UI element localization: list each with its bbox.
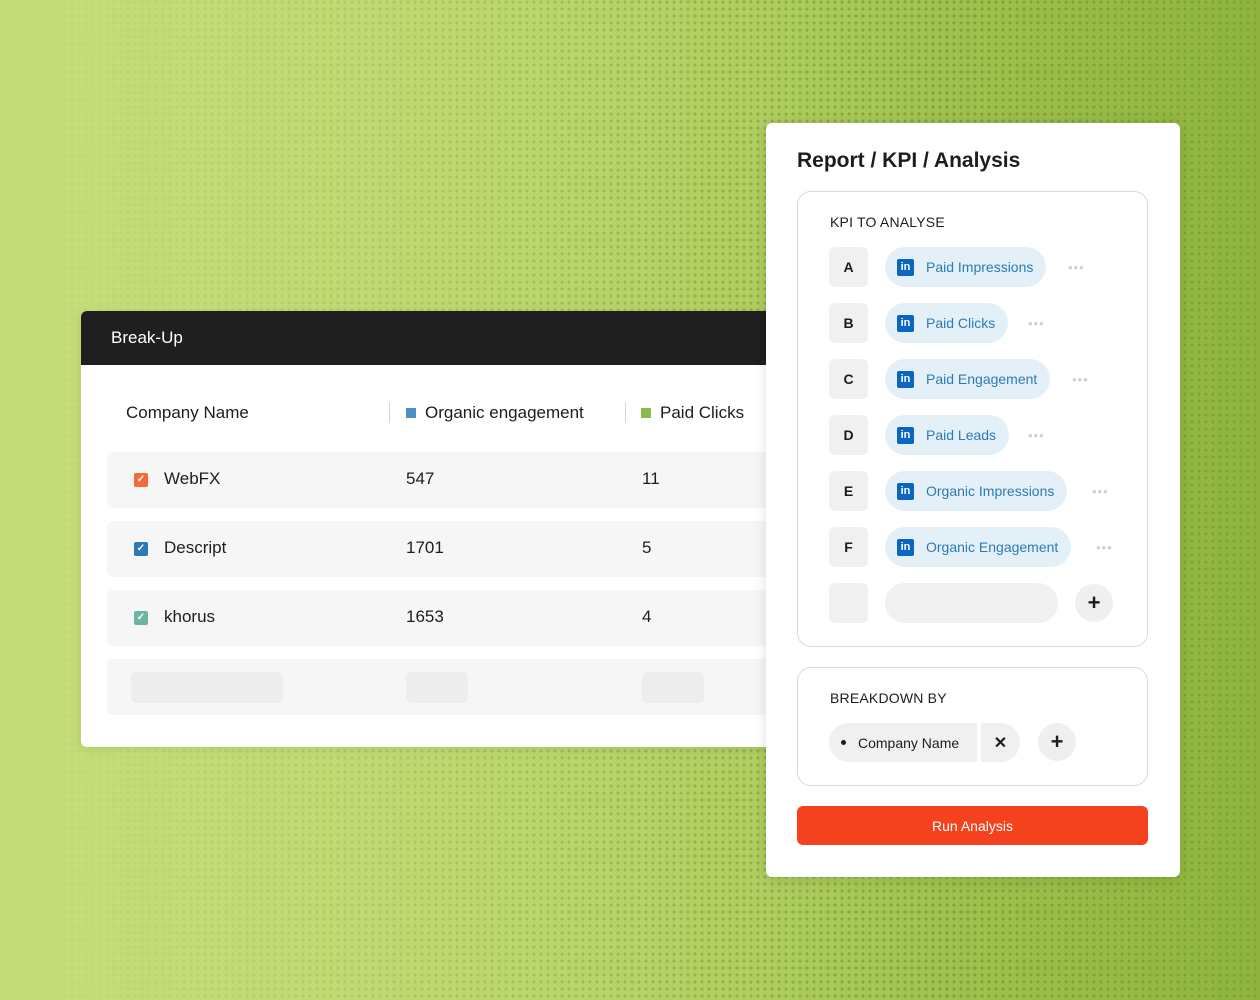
column-divider [389, 402, 390, 423]
skeleton-cell [642, 672, 704, 703]
kpi-row-d: D in Paid Leads ••• [829, 415, 1129, 455]
report-title: Report / KPI / Analysis [797, 149, 1021, 172]
breakdown-value: Company Name [858, 734, 960, 751]
row-checkbox[interactable]: ✓ [134, 542, 148, 556]
kpi-letter: D [829, 415, 868, 455]
more-options-icon[interactable]: ••• [1092, 484, 1109, 499]
breakdown-section: BREAKDOWN BY Company Name ✕ + [797, 667, 1148, 786]
organic-value: 547 [406, 469, 435, 488]
kpi-chip-paid-impressions[interactable]: in Paid Impressions [885, 247, 1047, 287]
skeleton-cell [131, 672, 283, 703]
company-name: Descript [164, 538, 227, 557]
close-icon: ✕ [993, 734, 1008, 752]
linkedin-icon: in [897, 370, 914, 388]
linkedin-icon: in [897, 314, 914, 332]
more-options-icon[interactable]: ••• [1068, 260, 1085, 275]
kpi-letter: E [829, 471, 868, 511]
row-checkbox[interactable]: ✓ [134, 473, 148, 487]
linkedin-icon: in [897, 482, 914, 500]
row-checkbox[interactable]: ✓ [134, 611, 148, 625]
empty-kpi-letter [829, 583, 868, 623]
kpi-row-b: B in Paid Clicks ••• [829, 303, 1129, 343]
table-row[interactable]: ✓ Descript 1701 5 [107, 521, 781, 577]
more-options-icon[interactable]: ••• [1028, 316, 1045, 331]
table-body: ✓ WebFX 547 11 ✓ Descript 1701 5 ✓ khoru… [107, 452, 781, 728]
column-header-paid-clicks[interactable]: Paid Clicks [641, 401, 744, 425]
kpi-row-new: + [829, 583, 1129, 623]
table-row[interactable]: ✓ WebFX 547 11 [107, 452, 781, 508]
kpi-row-e: E in Organic Impressions ••• [829, 471, 1129, 511]
kpi-letter: A [829, 247, 868, 287]
report-panel: Report / KPI / Analysis KPI TO ANALYSE A… [766, 123, 1180, 877]
skeleton-cell [406, 672, 468, 703]
kpi-label: Organic Impressions [926, 483, 1055, 499]
bullet-icon [841, 740, 846, 745]
organic-legend-square [406, 408, 416, 418]
kpi-section-label: KPI TO ANALYSE [830, 214, 945, 230]
linkedin-icon: in [897, 258, 914, 276]
kpi-chip-organic-impressions[interactable]: in Organic Impressions [885, 471, 1068, 511]
kpi-label: Paid Engagement [926, 371, 1038, 387]
breakup-title: Break-Up [111, 328, 183, 347]
organic-value: 1653 [406, 607, 444, 626]
plus-icon: + [1087, 590, 1101, 615]
column-header-label: Organic engagement [425, 403, 584, 422]
paid-clicks-value: 5 [642, 538, 652, 557]
paid-clicks-value: 4 [642, 607, 652, 626]
kpi-letter: B [829, 303, 868, 343]
kpi-label: Paid Impressions [926, 259, 1034, 275]
column-header-organic[interactable]: Organic engagement [406, 401, 584, 425]
kpi-label: Paid Leads [926, 427, 997, 443]
linkedin-icon: in [897, 426, 914, 444]
breakup-header: Break-Up [81, 311, 781, 365]
empty-kpi-chip[interactable] [885, 583, 1058, 623]
add-kpi-button[interactable]: + [1075, 584, 1113, 622]
column-header-company[interactable]: Company Name [126, 401, 249, 425]
kpi-label: Organic Engagement [926, 539, 1059, 555]
remove-breakdown-button[interactable]: ✕ [981, 723, 1020, 762]
kpi-section: KPI TO ANALYSE A in Paid Impressions •••… [797, 191, 1148, 647]
organic-value: 1701 [406, 538, 444, 557]
kpi-chip-paid-engagement[interactable]: in Paid Engagement [885, 359, 1051, 399]
more-options-icon[interactable]: ••• [1072, 372, 1089, 387]
more-options-icon[interactable]: ••• [1028, 428, 1045, 443]
more-options-icon[interactable]: ••• [1096, 540, 1113, 555]
kpi-chip-paid-clicks[interactable]: in Paid Clicks [885, 303, 1009, 343]
column-header-label: Paid Clicks [660, 403, 745, 422]
kpi-row-f: F in Organic Engagement ••• [829, 527, 1129, 567]
kpi-chip-organic-engagement[interactable]: in Organic Engagement [885, 527, 1072, 567]
kpi-letter: F [829, 527, 868, 567]
breakdown-section-label: BREAKDOWN BY [830, 690, 947, 706]
table-header: Company Name Organic engagement Paid Cli… [81, 401, 781, 425]
paid-clicks-value: 11 [642, 469, 660, 488]
kpi-chip-paid-leads[interactable]: in Paid Leads [885, 415, 1010, 455]
kpi-letter: C [829, 359, 868, 399]
table-row[interactable]: ✓ khorus 1653 4 [107, 590, 781, 646]
column-header-label: Company Name [126, 403, 249, 422]
placeholder-row [107, 659, 781, 715]
kpi-row-c: C in Paid Engagement ••• [829, 359, 1129, 399]
company-name: WebFX [164, 469, 221, 488]
breakup-panel: Break-Up Company Name Organic engagement… [81, 311, 781, 747]
paid-clicks-legend-square [641, 408, 651, 418]
run-analysis-button[interactable]: Run Analysis [797, 806, 1148, 845]
plus-icon: + [1050, 729, 1064, 754]
add-breakdown-button[interactable]: + [1038, 723, 1076, 761]
column-divider [625, 402, 626, 423]
kpi-label: Paid Clicks [926, 315, 996, 331]
linkedin-icon: in [897, 538, 914, 556]
company-name: khorus [164, 607, 216, 626]
breakdown-chip[interactable]: Company Name [829, 723, 977, 762]
kpi-row-a: A in Paid Impressions ••• [829, 247, 1129, 287]
